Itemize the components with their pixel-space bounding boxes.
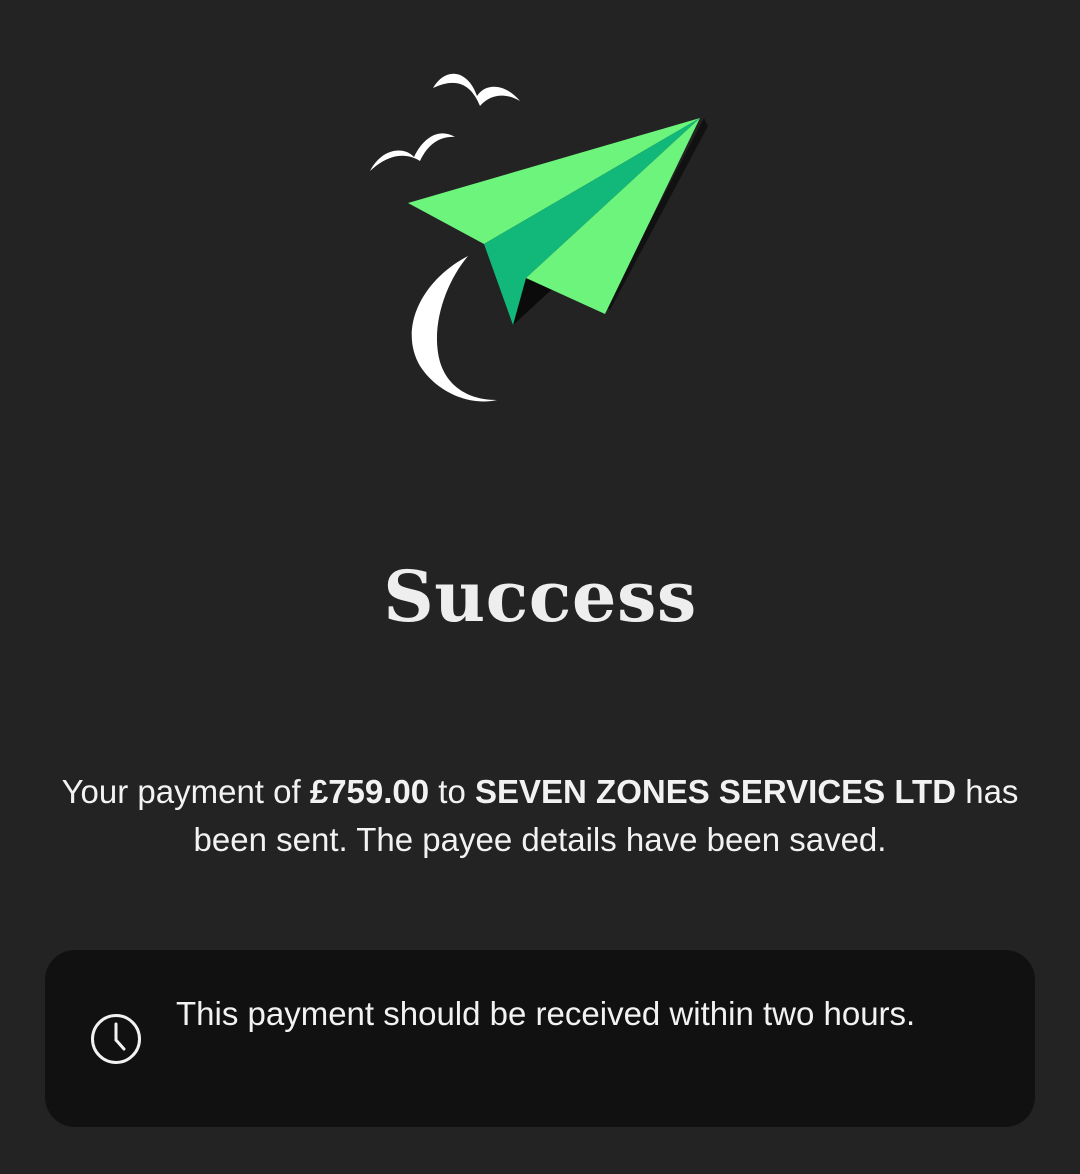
trail-swoosh xyxy=(411,256,497,402)
paper-plane-icon xyxy=(408,118,708,325)
payee-name: SEVEN ZONES SERVICES LTD xyxy=(475,773,957,810)
payment-confirmation-message: Your payment of £759.00 to SEVEN ZONES S… xyxy=(40,768,1040,864)
page-title: Success xyxy=(383,555,697,638)
payment-amount: £759.00 xyxy=(309,773,430,810)
payment-timing-text: This payment should be received within t… xyxy=(176,995,916,1032)
bird-icon xyxy=(370,133,455,171)
success-illustration xyxy=(360,60,720,420)
message-prefix: Your payment of xyxy=(61,773,310,810)
clock-icon xyxy=(89,1012,143,1066)
bird-icon xyxy=(433,73,520,106)
payment-timing-card: This payment should be received within t… xyxy=(45,950,1035,1127)
message-to: to xyxy=(429,773,475,810)
